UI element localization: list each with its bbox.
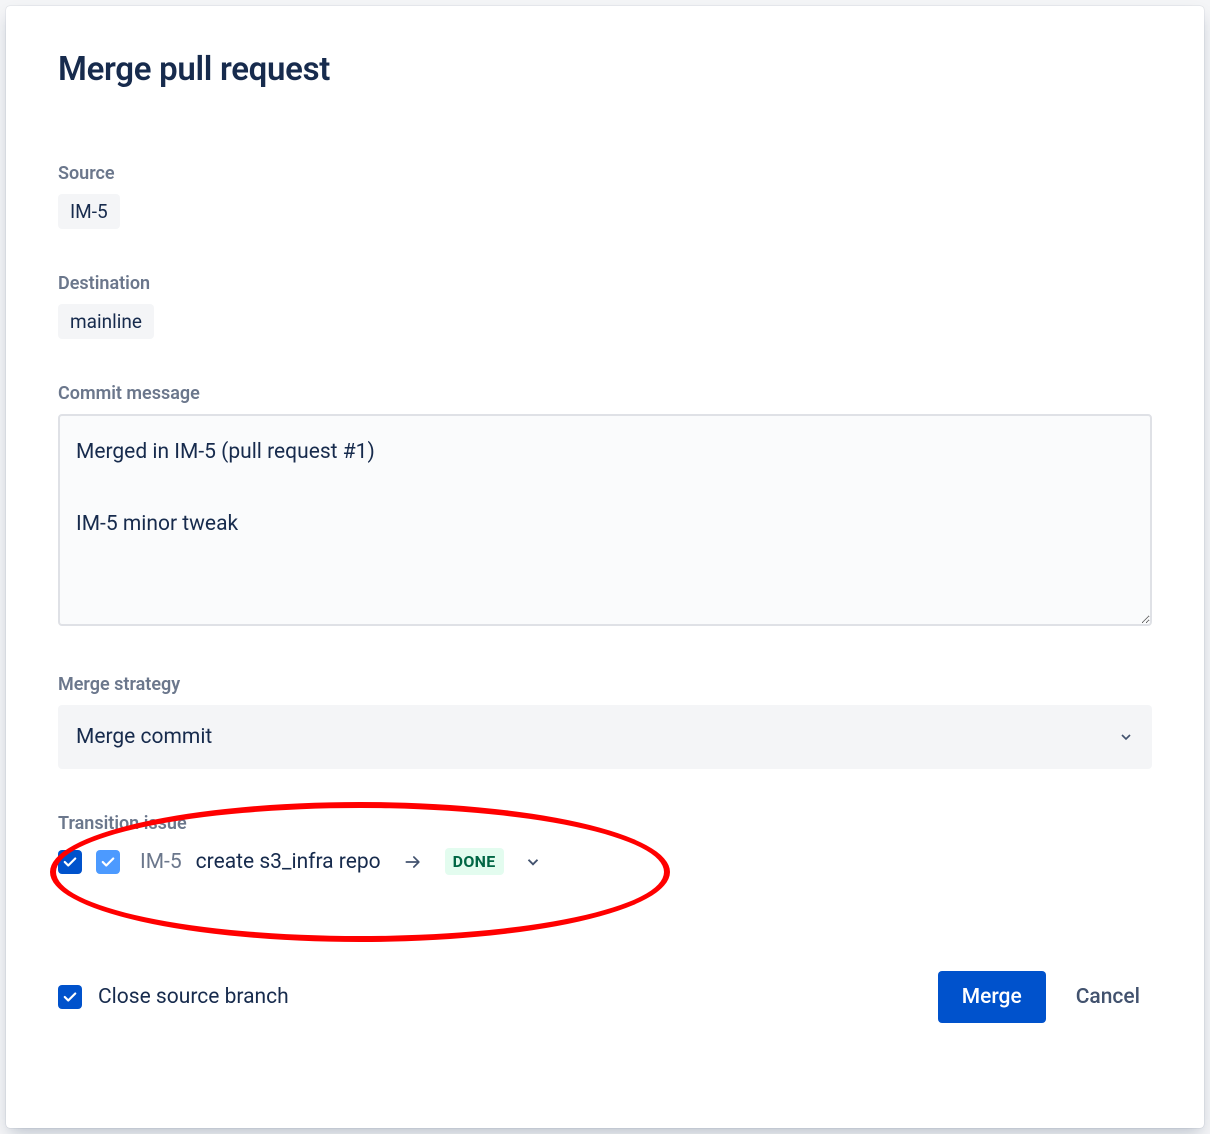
- merge-strategy-select[interactable]: Merge commit: [58, 705, 1152, 769]
- source-branch-tag: IM-5: [58, 194, 120, 229]
- chevron-down-icon: [1118, 729, 1134, 745]
- close-branch-checkbox[interactable]: [58, 985, 82, 1009]
- commit-message-field: Commit message: [58, 383, 1152, 630]
- close-branch-label: Close source branch: [98, 985, 289, 1009]
- check-icon: [63, 991, 77, 1003]
- cancel-button[interactable]: Cancel: [1064, 971, 1152, 1023]
- check-icon: [101, 856, 115, 868]
- destination-field: Destination mainline: [58, 273, 1152, 339]
- merge-strategy-field: Merge strategy Merge commit: [58, 674, 1152, 769]
- footer-actions: Merge Cancel: [938, 971, 1152, 1023]
- destination-label: Destination: [58, 273, 1152, 294]
- source-label: Source: [58, 163, 1152, 184]
- transition-status-badge[interactable]: DONE: [445, 848, 504, 875]
- close-branch-option[interactable]: Close source branch: [58, 985, 289, 1009]
- commit-message-label: Commit message: [58, 383, 1152, 404]
- merge-button[interactable]: Merge: [938, 971, 1046, 1023]
- transition-checkbox-outer[interactable]: [58, 850, 82, 874]
- destination-branch-tag: mainline: [58, 304, 154, 339]
- transition-issue-title: create s3_infra repo: [196, 850, 381, 874]
- transition-issue-field: Transition issue IM-5 create s3_infra re…: [58, 813, 1152, 875]
- chevron-down-icon[interactable]: [524, 853, 542, 871]
- arrow-right-icon: [403, 852, 423, 872]
- source-field: Source IM-5: [58, 163, 1152, 229]
- transition-checkbox-issue[interactable]: [96, 850, 120, 874]
- transition-issue-label: Transition issue: [58, 813, 1152, 834]
- check-icon: [63, 856, 77, 868]
- merge-strategy-value: Merge commit: [76, 725, 212, 749]
- transition-issue-row: IM-5 create s3_infra repo DONE: [58, 848, 1152, 875]
- commit-message-input[interactable]: [58, 414, 1152, 626]
- transition-issue-id: IM-5: [140, 850, 182, 874]
- dialog-footer: Close source branch Merge Cancel: [58, 971, 1152, 1023]
- merge-pull-request-dialog: Merge pull request Source IM-5 Destinati…: [6, 6, 1204, 1128]
- dialog-title: Merge pull request: [58, 50, 1152, 89]
- merge-strategy-label: Merge strategy: [58, 674, 1152, 695]
